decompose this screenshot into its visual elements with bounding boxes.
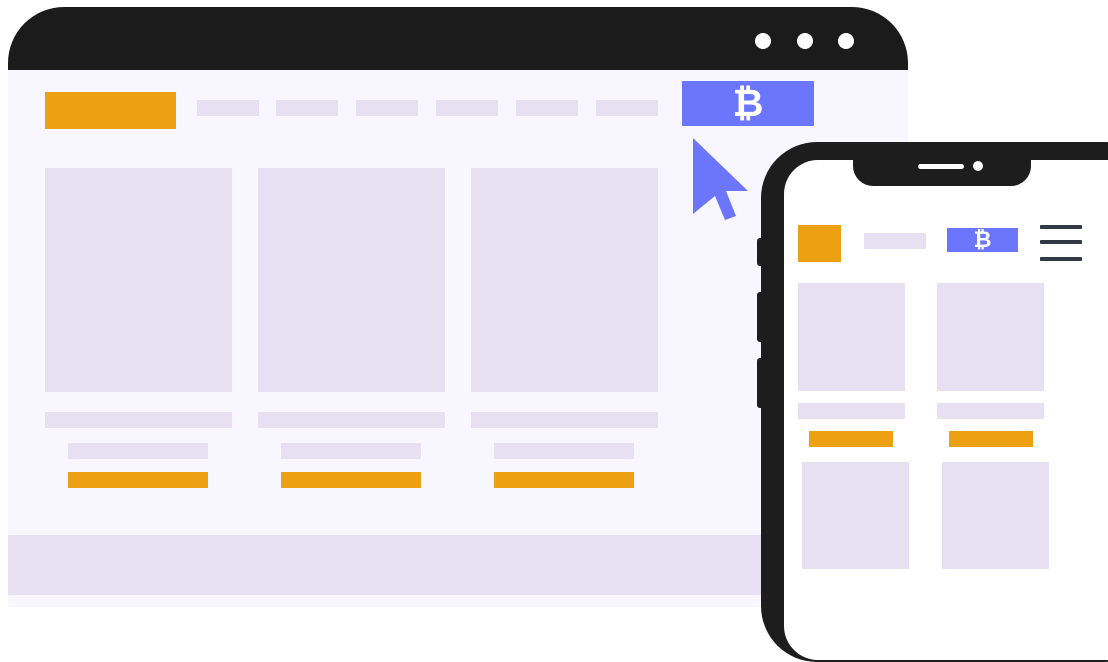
product-image[interactable] [258, 168, 445, 392]
mobile-product-buy-button[interactable] [809, 431, 893, 447]
mobile-bitcoin-pay-button[interactable]: ₿ [947, 228, 1018, 253]
mobile-product-title [937, 403, 1044, 419]
nav-link[interactable] [356, 100, 418, 116]
phone-speaker [918, 164, 964, 169]
bitcoin-icon: ₿ [973, 228, 992, 253]
phone-notch [853, 155, 1031, 186]
phone-camera [973, 161, 983, 171]
menu-line [1040, 240, 1082, 244]
window-control-dot[interactable] [797, 33, 813, 49]
product-title [471, 412, 658, 428]
product-subtitle [68, 443, 208, 459]
mouse-pointer-icon [693, 138, 748, 220]
menu-line [1040, 225, 1082, 229]
mobile-product-image[interactable] [802, 462, 909, 569]
mobile-product-buy-button[interactable] [949, 431, 1033, 447]
product-subtitle [281, 443, 421, 459]
browser-titlebar [8, 7, 908, 70]
site-logo[interactable] [45, 92, 176, 129]
bitcoin-pay-button[interactable]: ₿ [682, 81, 814, 126]
nav-link[interactable] [596, 100, 658, 116]
window-control-dot[interactable] [755, 33, 771, 49]
product-image[interactable] [45, 168, 232, 392]
mobile-product-image[interactable] [937, 283, 1044, 391]
product-title [45, 412, 232, 428]
mobile-product-image[interactable] [798, 283, 905, 391]
mobile-nav-link[interactable] [864, 233, 926, 249]
nav-link[interactable] [197, 100, 259, 116]
window-control-dot[interactable] [838, 33, 854, 49]
menu-line [1040, 257, 1082, 261]
product-buy-button[interactable] [281, 472, 421, 488]
product-buy-button[interactable] [494, 472, 634, 488]
nav-link[interactable] [436, 100, 498, 116]
mobile-site-logo[interactable] [798, 225, 841, 262]
product-image[interactable] [471, 168, 658, 392]
mobile-product-image[interactable] [942, 462, 1049, 569]
hamburger-menu-icon[interactable] [1036, 220, 1086, 266]
mobile-product-title [798, 403, 905, 419]
product-buy-button[interactable] [68, 472, 208, 488]
product-title [258, 412, 445, 428]
bitcoin-icon: ₿ [732, 81, 764, 125]
product-subtitle [494, 443, 634, 459]
nav-link[interactable] [516, 100, 578, 116]
nav-link[interactable] [276, 100, 338, 116]
